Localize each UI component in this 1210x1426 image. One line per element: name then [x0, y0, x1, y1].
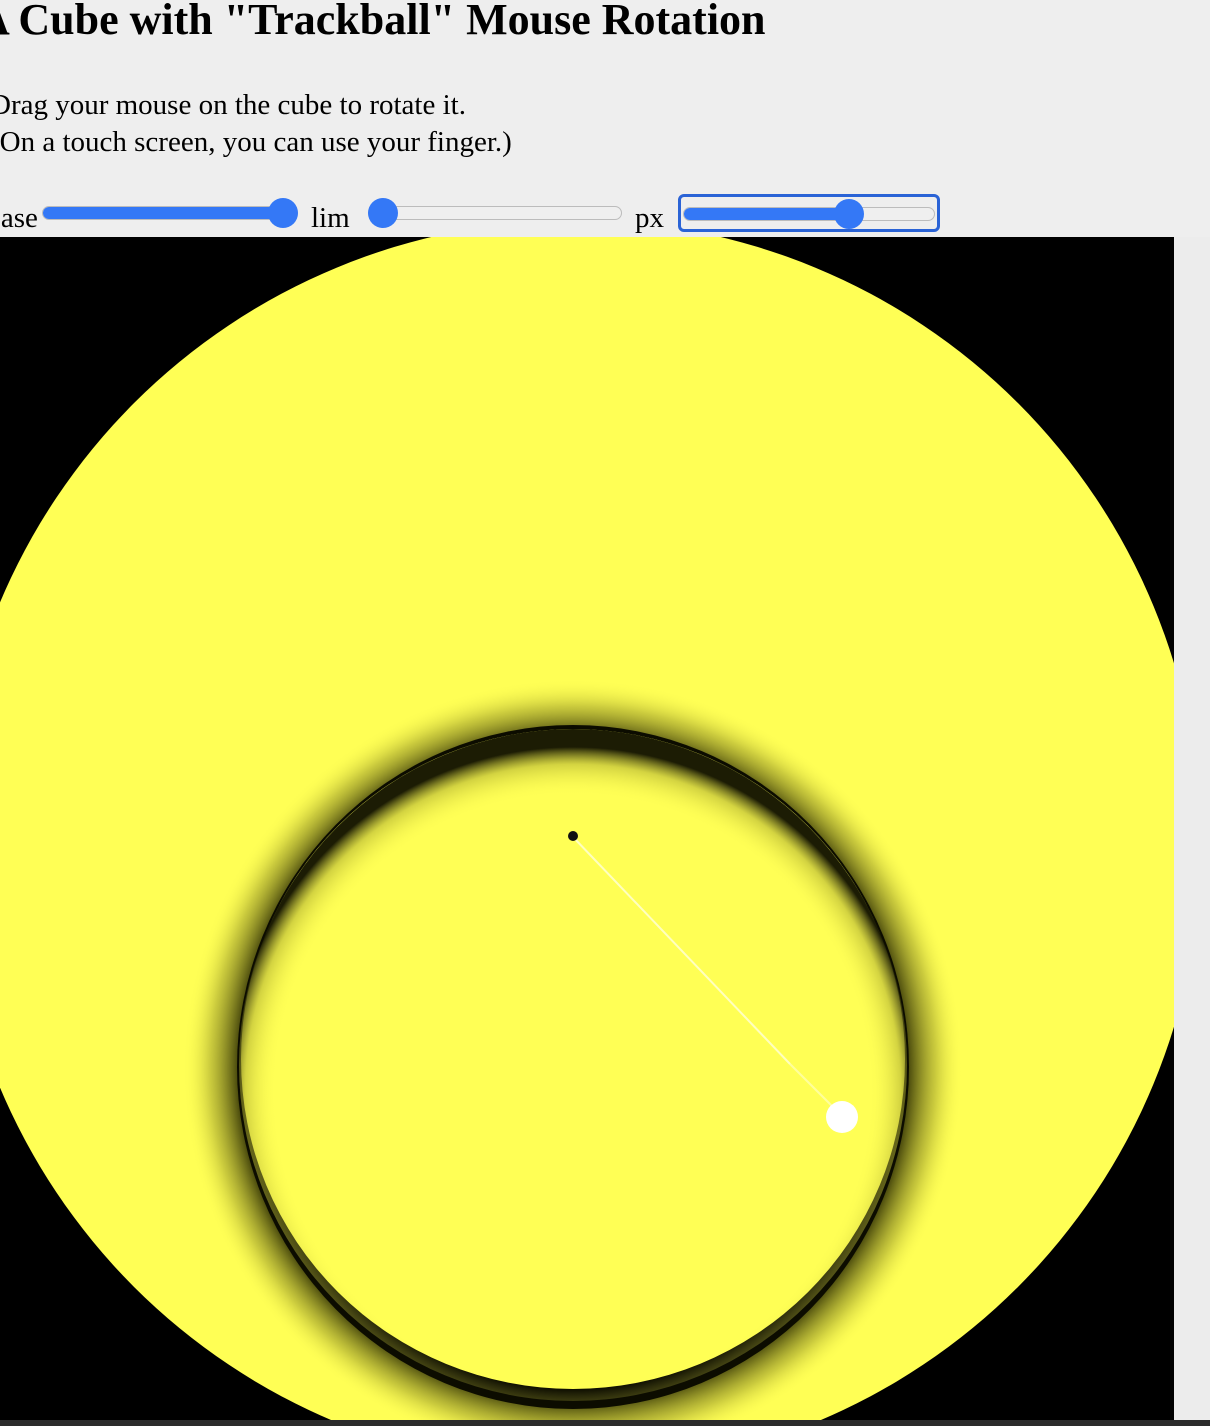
bottom-edge	[0, 1420, 1210, 1426]
drag-handle[interactable]	[826, 1101, 858, 1133]
page-title: A Cube with "Trackball" Mouse Rotation	[0, 0, 766, 44]
trackball-canvas[interactable]	[0, 237, 1174, 1420]
lim-label: lim	[311, 202, 350, 234]
px-slider-fill	[684, 208, 850, 220]
lim-slider-track	[368, 206, 622, 220]
lim-slider[interactable]	[368, 196, 622, 230]
px-slider[interactable]	[683, 197, 935, 231]
inner-disk-shade	[239, 729, 907, 1401]
px-label: px	[635, 202, 664, 234]
center-dot	[568, 831, 578, 841]
ease-slider-track	[42, 206, 298, 220]
instruction-line-2: (On a touch screen, you can use your fin…	[0, 126, 512, 158]
lim-slider-thumb[interactable]	[368, 198, 398, 228]
ease-label: ease	[0, 202, 38, 234]
ease-slider-fill	[43, 207, 284, 219]
scene-svg	[0, 237, 1174, 1420]
ease-slider[interactable]	[42, 196, 298, 230]
right-margin	[1174, 237, 1210, 1426]
px-slider-track	[683, 207, 935, 221]
instruction-line-1: Drag your mouse on the cube to rotate it…	[0, 89, 466, 121]
px-slider-thumb[interactable]	[833, 199, 864, 229]
ease-slider-thumb[interactable]	[268, 198, 298, 228]
px-slider-focus-ring	[678, 194, 940, 232]
